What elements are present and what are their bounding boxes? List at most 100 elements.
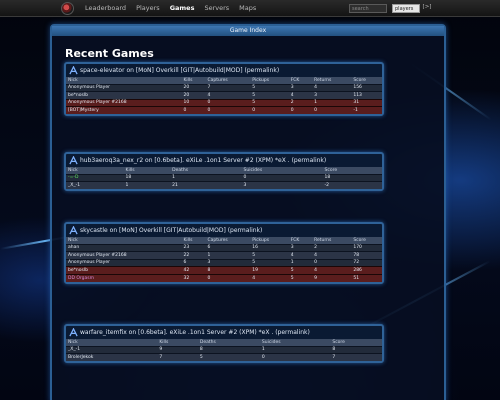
player-row: be*noslb 20 4 5 4 3 113 bbox=[66, 91, 382, 99]
stat-cell: 1 bbox=[259, 345, 331, 354]
game-index-panel: Game Index Recent Games space-elevator o… bbox=[50, 24, 446, 400]
stat-cell: 22 bbox=[181, 251, 206, 259]
scoreboard-table: Nick Kills Deaths Suicides Score _X_-1 9 8 1 8 Bro… bbox=[66, 339, 382, 361]
stat-cell: 19 bbox=[250, 266, 289, 274]
player-nick[interactable]: [BOT]Mystery bbox=[66, 106, 182, 114]
player-row: Anonymous Player #2168 10 0 5 2 1 31 bbox=[66, 98, 382, 107]
stat-cell: 5 bbox=[250, 258, 289, 267]
page-title: Recent Games bbox=[65, 47, 154, 60]
nav-players[interactable]: Players bbox=[136, 4, 160, 12]
stat-cell: 0 bbox=[205, 98, 251, 107]
stat-cell: 2 bbox=[288, 98, 313, 107]
column-header: Nick bbox=[66, 77, 182, 84]
player-row: Anonymous Player 20 7 5 3 4 156 bbox=[66, 83, 382, 92]
game-title-link[interactable]: warfare_itemfix on [0.6beta]. eXiLe .1on… bbox=[80, 329, 310, 336]
column-header: Captures bbox=[205, 237, 251, 244]
stat-cell: 0 bbox=[288, 106, 313, 114]
player-nick[interactable]: Anonymous Player #2168 bbox=[66, 251, 182, 259]
player-nick[interactable]: DD Orgasm bbox=[66, 273, 182, 282]
stat-cell: 8 bbox=[197, 345, 260, 354]
search-input[interactable]: search bbox=[349, 4, 387, 13]
stat-cell: 0 bbox=[250, 106, 289, 114]
column-header: Returns bbox=[312, 237, 352, 244]
stat-cell: 32 bbox=[181, 273, 206, 282]
player-nick[interactable]: BrolerJekok bbox=[66, 353, 158, 361]
stat-cell: 78 bbox=[351, 251, 382, 259]
game-type-icon bbox=[69, 156, 78, 165]
panel-header: Game Index bbox=[52, 26, 444, 36]
stat-cell: 0 bbox=[259, 353, 331, 361]
game-card-header: space-elevator on [MoN] Overkill [GIT|Au… bbox=[66, 64, 382, 77]
column-header: Kills bbox=[123, 167, 171, 174]
stat-cell: 0 bbox=[205, 106, 251, 114]
page-background: Leaderboard Players Games Servers Maps s… bbox=[0, 0, 500, 400]
player-nick[interactable]: Anonymous Player bbox=[66, 258, 182, 267]
stat-cell: -1 bbox=[351, 106, 382, 114]
column-header: FCK bbox=[288, 77, 313, 84]
player-row: be*noslb 42 8 19 5 4 286 bbox=[66, 266, 382, 274]
game-title-link[interactable]: space-elevator on [MoN] Overkill [GIT|Au… bbox=[80, 67, 279, 74]
search-type-select[interactable]: players bbox=[392, 4, 420, 13]
stat-cell: 16 bbox=[250, 243, 289, 252]
xonotic-logo-icon[interactable] bbox=[61, 2, 74, 15]
stat-cell: 8 bbox=[205, 266, 251, 274]
top-nav-bar: Leaderboard Players Games Servers Maps s… bbox=[0, 0, 500, 17]
stat-cell: 4 bbox=[288, 251, 313, 259]
player-nick[interactable]: ahan bbox=[66, 243, 182, 252]
stat-cell: 7 bbox=[205, 83, 251, 92]
column-header: Deaths bbox=[170, 167, 242, 174]
scoreboard-table: Nick Kills Deaths Suicides Score -=-D 18 1 0 18 _X… bbox=[66, 167, 382, 189]
game-card-header: warfare_itemfix on [0.6beta]. eXiLe .1on… bbox=[66, 326, 382, 339]
player-row: DD Orgasm 32 0 4 5 9 51 bbox=[66, 273, 382, 282]
stat-cell: 1 bbox=[170, 173, 242, 182]
stat-cell: 3 bbox=[288, 243, 313, 252]
nav-maps[interactable]: Maps bbox=[239, 4, 256, 12]
player-nick[interactable]: _X_-1 bbox=[66, 345, 158, 354]
player-row: -=-D 18 1 0 18 bbox=[66, 173, 382, 182]
column-header: Score bbox=[330, 339, 382, 346]
stat-cell: 7 bbox=[330, 353, 382, 361]
stat-cell: 31 bbox=[351, 98, 382, 107]
stat-cell: 1 bbox=[123, 181, 171, 189]
stat-cell: 4 bbox=[288, 91, 313, 99]
stat-cell: 0 bbox=[181, 106, 206, 114]
game-card: space-elevator on [MoN] Overkill [GIT|Au… bbox=[64, 62, 384, 116]
stat-cell: 10 bbox=[181, 98, 206, 107]
stat-cell: 8 bbox=[330, 345, 382, 354]
stat-cell: 72 bbox=[351, 258, 382, 267]
game-title-link[interactable]: skycastle on [MoN] Overkill [GIT|Autobui… bbox=[80, 227, 262, 234]
search-go-button[interactable]: [>] bbox=[422, 4, 432, 13]
stat-cell: 23 bbox=[181, 243, 206, 252]
game-card: warfare_itemfix on [0.6beta]. eXiLe .1on… bbox=[64, 324, 384, 363]
column-header: Score bbox=[351, 77, 382, 84]
nav-leaderboard[interactable]: Leaderboard bbox=[85, 4, 126, 12]
stat-cell: 42 bbox=[181, 266, 206, 274]
player-nick[interactable]: _X_-1 bbox=[66, 181, 124, 189]
stat-cell: 20 bbox=[181, 83, 206, 92]
stat-cell: 3 bbox=[205, 258, 251, 267]
game-title-link[interactable]: hub3aeroq3a_nex_r2 on [0.6beta]. eXiLe .… bbox=[80, 157, 326, 164]
stat-cell: 5 bbox=[288, 266, 313, 274]
player-row: ahan 23 6 16 3 2 170 bbox=[66, 243, 382, 252]
scoreboard-header-row: Nick Kills Captures Pickups FCK Returns Score bbox=[66, 77, 382, 84]
column-header: Pickups bbox=[250, 77, 289, 84]
game-type-icon bbox=[69, 66, 78, 75]
stat-cell: 170 bbox=[351, 243, 382, 252]
main-nav: Leaderboard Players Games Servers Maps bbox=[85, 4, 256, 12]
player-nick[interactable]: Anonymous Player bbox=[66, 83, 182, 92]
player-nick[interactable]: be*noslb bbox=[66, 266, 182, 274]
game-card-header: hub3aeroq3a_nex_r2 on [0.6beta]. eXiLe .… bbox=[66, 154, 382, 167]
stat-cell: 6 bbox=[205, 243, 251, 252]
stat-cell: 18 bbox=[123, 173, 171, 182]
player-nick[interactable]: -=-D bbox=[66, 173, 124, 182]
nav-games[interactable]: Games bbox=[170, 4, 195, 12]
stat-cell: 3 bbox=[241, 181, 323, 189]
player-nick[interactable]: be*noslb bbox=[66, 91, 182, 99]
nav-servers[interactable]: Servers bbox=[204, 4, 229, 12]
column-header: Kills bbox=[181, 77, 206, 84]
column-header: Score bbox=[351, 237, 382, 244]
player-nick[interactable]: Anonymous Player #2168 bbox=[66, 98, 182, 107]
column-header: FCK bbox=[288, 237, 313, 244]
column-header: Deaths bbox=[197, 339, 260, 346]
player-row: [BOT]Mystery 0 0 0 0 0 -1 bbox=[66, 106, 382, 114]
